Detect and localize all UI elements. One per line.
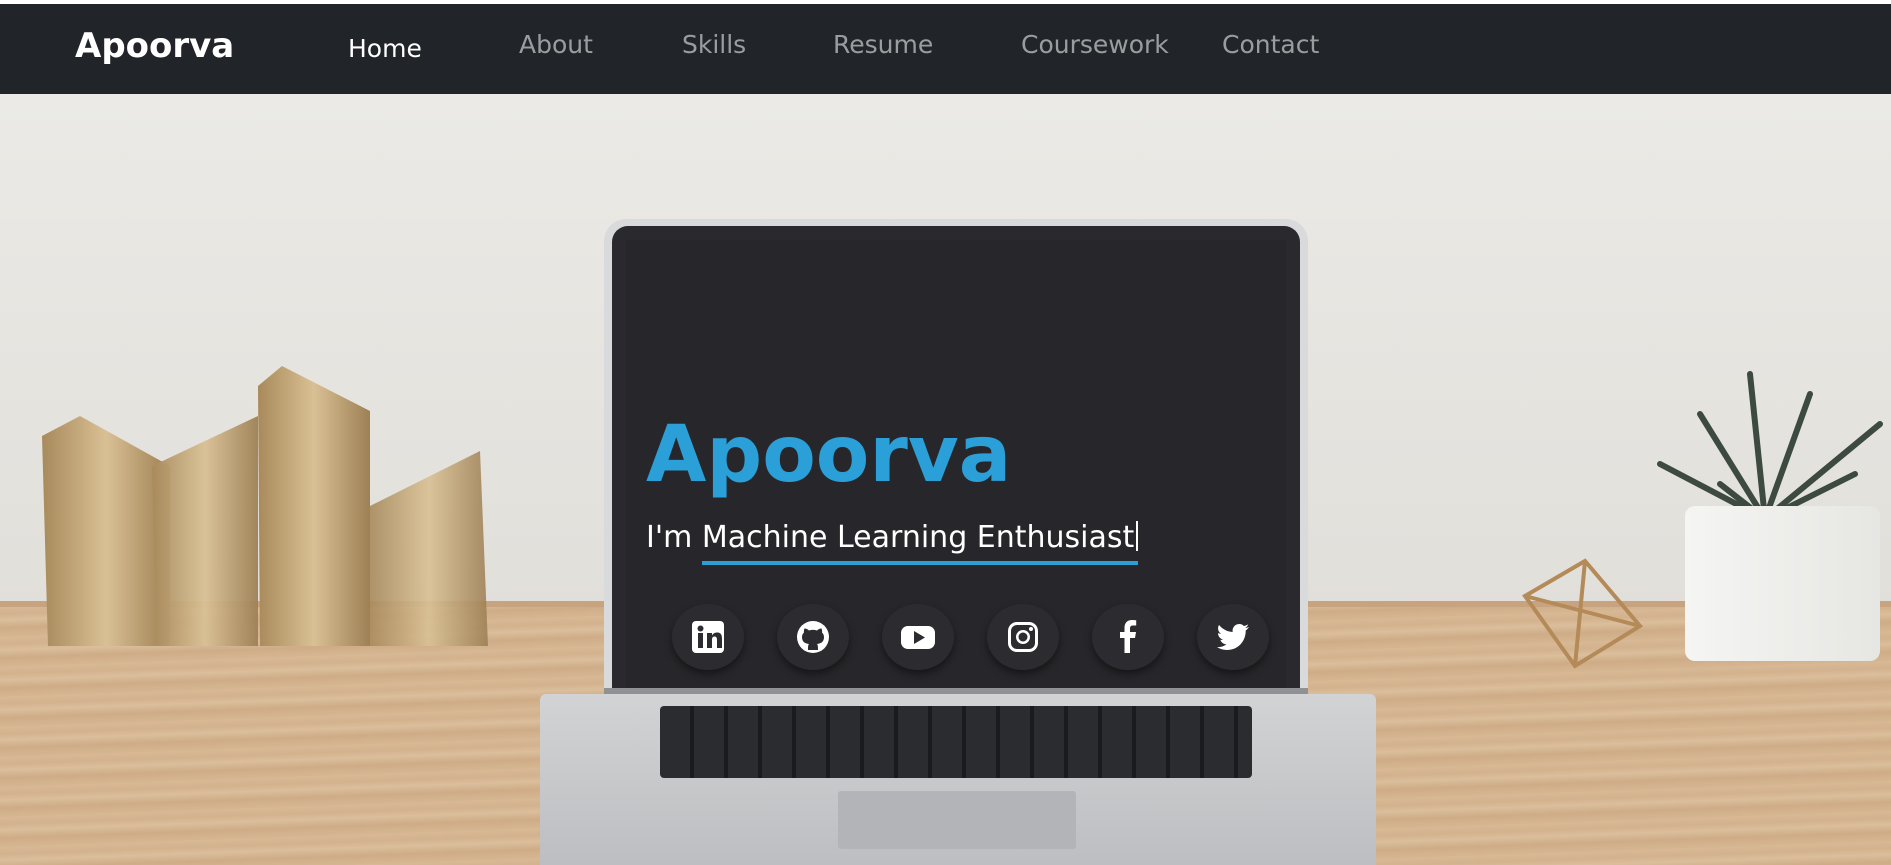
nav-link-coursework[interactable]: Coursework [1021,30,1169,59]
facebook-icon [1120,620,1137,653]
instagram-icon [1008,622,1038,652]
twitter-button[interactable] [1197,604,1269,670]
navbar: Apoorva Home About Skills Resume Coursew… [0,4,1891,94]
typed-text-value: Machine Learning Enthusiast [701,520,1135,555]
hero-name: Apoorva [646,410,1012,500]
hero-subtitle: I'm Machine Learning Enthusiast [646,520,1139,565]
laptop-trackpad [838,791,1076,849]
nav-link-contact[interactable]: Contact [1222,30,1319,59]
facebook-button[interactable] [1092,604,1164,670]
nav-link-about[interactable]: About [519,30,593,59]
instagram-button[interactable] [987,604,1059,670]
github-icon [797,621,829,653]
nav-link-resume[interactable]: Resume [833,30,933,59]
brass-vase-image [42,366,488,646]
nav-link-home[interactable]: Home [348,34,422,63]
twitter-icon [1216,623,1249,650]
planter-pot [1685,506,1880,661]
brand-link[interactable]: Apoorva [75,26,234,66]
page: Apoorva Home About Skills Resume Coursew… [0,0,1891,865]
youtube-button[interactable] [882,604,954,670]
nav-link-skills[interactable]: Skills [682,30,746,59]
geometric-ornament-image [1522,558,1644,669]
laptop-keyboard [660,706,1252,778]
hero-prefix: I'm [646,520,693,555]
typed-text: Machine Learning Enthusiast [701,520,1139,565]
youtube-icon [901,626,935,649]
linkedin-button[interactable] [672,604,744,670]
plant-leaves-image [1657,371,1883,522]
github-button[interactable] [777,604,849,670]
linkedin-icon [692,621,724,653]
typing-cursor [1136,521,1139,551]
